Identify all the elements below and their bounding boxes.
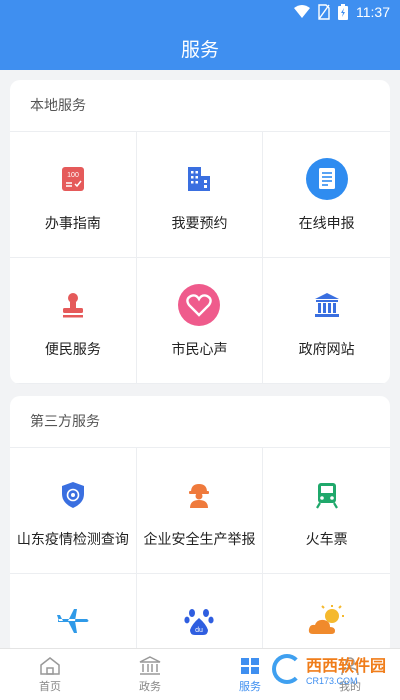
government-icon — [139, 655, 161, 675]
airplane-icon — [51, 600, 95, 641]
watermark-logo-icon — [271, 654, 302, 684]
service-label: 山东疫情检测查询 — [16, 531, 129, 548]
guide-badge-icon: 100 — [51, 157, 95, 201]
status-time: 11:37 — [356, 4, 390, 20]
section-title: 本地服务 — [10, 80, 390, 132]
service-item-covid-check[interactable]: 山东疫情检测查询 — [10, 448, 137, 574]
service-label: 政府网站 — [298, 341, 355, 358]
service-item-flight[interactable] — [10, 574, 137, 654]
watermark-sub: CR173.COM — [305, 676, 358, 686]
weather-sun-cloud-icon — [305, 600, 349, 641]
tab-label: 首页 — [39, 679, 61, 693]
heart-icon — [177, 283, 221, 327]
service-item-convenience[interactable]: 便民服务 — [10, 258, 137, 384]
service-label: 市民心声 — [171, 341, 228, 358]
baidu-paw-icon: du — [177, 600, 221, 641]
page-title: 服务 — [180, 38, 219, 61]
wifi-icon — [294, 5, 310, 18]
tab-government[interactable]: 政务 — [100, 649, 200, 700]
third-party-services-card: 第三方服务 山东疫情检测查询 企业安全生产举报 火车票 du — [10, 396, 390, 656]
service-item-safety-report[interactable]: 企业安全生产举报 — [136, 448, 264, 574]
svg-text:du: du — [196, 627, 204, 634]
tab-home[interactable]: 首页 — [0, 649, 100, 700]
no-sim-icon — [318, 4, 330, 20]
service-item-baidu[interactable]: du — [136, 574, 264, 654]
service-label: 我要预约 — [171, 215, 228, 232]
shield-icon — [51, 473, 95, 517]
service-label: 在线申报 — [298, 215, 355, 232]
tab-label: 服务 — [239, 679, 261, 693]
government-building-icon — [305, 283, 349, 327]
service-icon — [241, 657, 259, 674]
service-label: 企业安全生产举报 — [143, 531, 256, 548]
service-item-gov-website[interactable]: 政府网站 — [263, 258, 390, 384]
buildings-icon — [177, 157, 221, 201]
tab-label: 政务 — [139, 679, 161, 693]
service-label: 便民服务 — [44, 341, 101, 358]
home-icon — [40, 656, 60, 675]
watermark: 西西软件园 CR173.COM — [271, 652, 386, 686]
page-title-bar: 服务 — [0, 26, 400, 70]
service-item-appointment[interactable]: 我要预约 — [136, 132, 264, 258]
service-item-train-ticket[interactable]: 火车票 — [263, 448, 390, 574]
document-icon — [305, 157, 349, 201]
stamp-icon — [51, 283, 95, 327]
service-label: 火车票 — [305, 531, 348, 548]
local-services-card: 本地服务 100 办事指南 我要预约 在线申报 便民服务 市民心声 政府网站 — [10, 80, 390, 384]
train-icon — [305, 473, 349, 517]
service-item-weather[interactable] — [263, 574, 390, 654]
worker-helmet-icon — [177, 473, 221, 517]
service-label: 办事指南 — [44, 215, 101, 232]
section-title: 第三方服务 — [10, 396, 390, 448]
service-item-guide[interactable]: 100 办事指南 — [10, 132, 137, 258]
service-item-citizen-voice[interactable]: 市民心声 — [136, 258, 264, 384]
service-item-online-declare[interactable]: 在线申报 — [263, 132, 390, 258]
watermark-text: 西西软件园 — [305, 656, 386, 675]
svg-text:100: 100 — [67, 172, 79, 179]
status-bar: 11:37 — [0, 0, 400, 26]
battery-charging-icon — [338, 4, 348, 20]
